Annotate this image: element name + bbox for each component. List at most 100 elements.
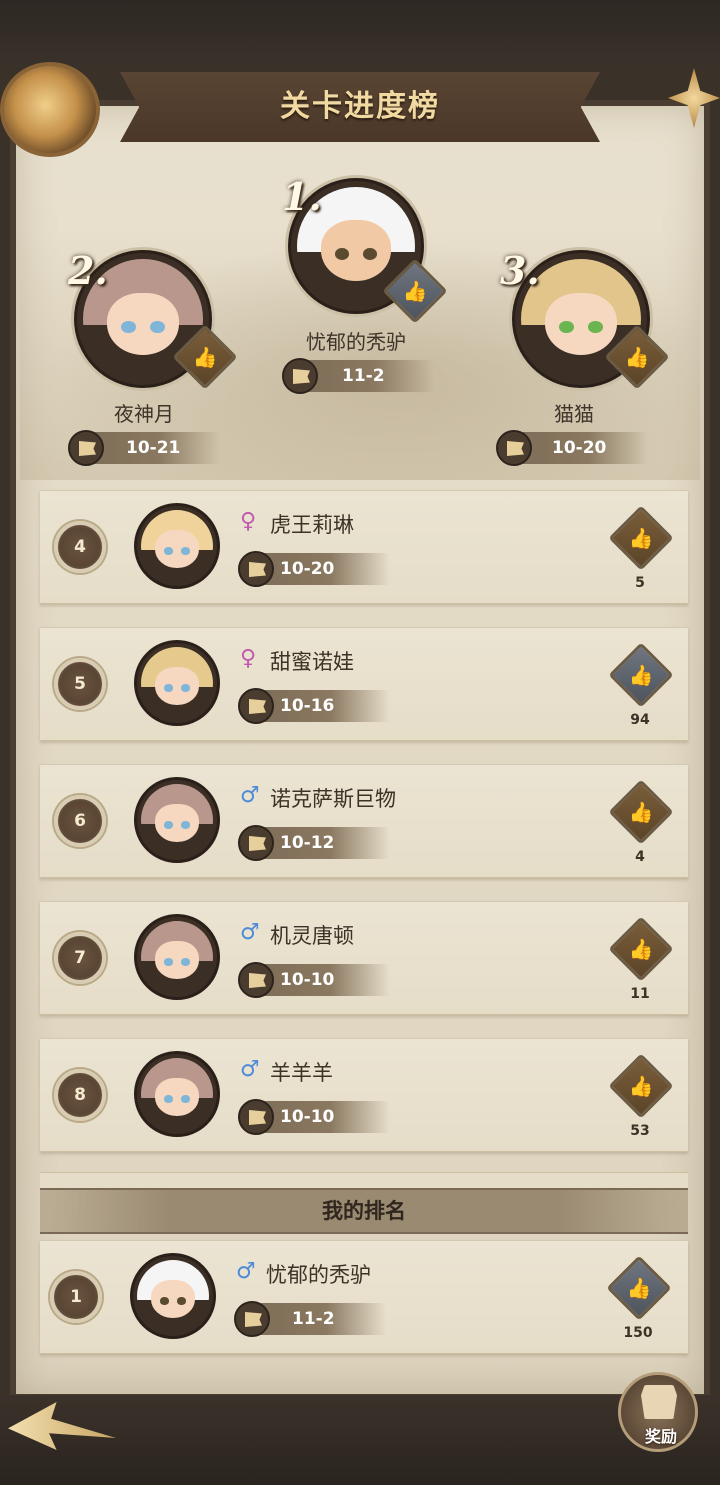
level-badge: 10-20 <box>496 430 648 466</box>
level-badge: 10-10 <box>238 962 390 998</box>
rank-badge: 6 <box>54 795 106 847</box>
avatar-face <box>107 292 179 355</box>
thumbs-up-icon: 👍 <box>628 800 654 824</box>
rank-badge: 4 <box>54 521 106 573</box>
thumbs-up-icon: 👍 <box>192 345 218 369</box>
gender-icon: ♂ <box>236 1259 256 1284</box>
avatar[interactable] <box>130 1253 216 1339</box>
level-text: 10-16 <box>280 696 335 716</box>
gender-icon: ♂ <box>240 920 260 945</box>
level-text: 10-10 <box>280 970 335 990</box>
avatar-face <box>155 667 199 705</box>
rank-badge: 5 <box>54 658 106 710</box>
player-name: 羊羊羊 <box>270 1061 333 1085</box>
level-badge: 10-20 <box>238 551 390 587</box>
like-button[interactable]: 👍 <box>608 1053 674 1119</box>
avatar-eye <box>150 321 165 334</box>
avatar-eye <box>164 684 173 692</box>
avatar-face <box>155 530 199 568</box>
thumbs-up-icon: 👍 <box>628 526 654 550</box>
flag-icon <box>282 358 318 394</box>
page-title: 关卡进度榜 <box>280 89 440 124</box>
gender-icon: ♀ <box>240 646 257 671</box>
avatar-eye <box>164 958 173 966</box>
list-item[interactable]: 5 ♀ 甜蜜诺娃 10-16 👍 94 <box>40 627 688 741</box>
reward-label: 奖励 <box>644 1427 677 1446</box>
thumbs-up-icon: 👍 <box>628 937 654 961</box>
like-count: 150 <box>623 1325 653 1341</box>
podium-first-name: 忧郁的秃驴 <box>306 330 406 354</box>
podium-third[interactable]: 3. 👍 <box>500 248 670 400</box>
like-button[interactable]: 👍 <box>608 642 674 708</box>
level-badge: 10-10 <box>238 1099 390 1135</box>
flag-icon <box>234 1301 270 1337</box>
reward-button[interactable]: 奖励 <box>618 1372 698 1452</box>
like-count: 94 <box>630 712 650 728</box>
thumbs-up-icon: 👍 <box>626 1276 652 1300</box>
avatar[interactable] <box>134 1051 220 1137</box>
thumbs-up-icon: 👍 <box>628 1074 654 1098</box>
avatar[interactable] <box>134 640 220 726</box>
my-rank-header: 我的排名 <box>40 1188 688 1234</box>
level-badge: 10-16 <box>238 688 390 724</box>
list-item-partial <box>40 1172 688 1188</box>
my-rank-row[interactable]: 1 ♂ 忧郁的秃驴 11-2 👍 150 <box>40 1240 688 1354</box>
level-text: 11-2 <box>292 1309 335 1329</box>
rank-number: 1. <box>282 174 322 219</box>
list-item[interactable]: 7 ♂ 机灵唐顿 10-10 👍 11 <box>40 901 688 1015</box>
level-text: 10-20 <box>552 438 607 458</box>
like-button[interactable]: 👍 <box>608 505 674 571</box>
avatar-eye <box>334 248 349 261</box>
level-text: 11-2 <box>342 366 385 386</box>
list-item[interactable]: 8 ♂ 羊羊羊 10-10 👍 53 <box>40 1038 688 1152</box>
thumbs-up-icon: 👍 <box>402 279 428 303</box>
avatar-eye <box>177 1297 186 1305</box>
thumbs-up-icon: 👍 <box>624 345 650 369</box>
level-badge: 11-2 <box>282 358 434 394</box>
avatar-eye <box>588 321 603 334</box>
top-bar <box>0 0 720 70</box>
thumbs-up-icon: 👍 <box>628 663 654 687</box>
avatar-eye <box>164 1095 173 1103</box>
avatar-eye <box>164 547 173 555</box>
flag-icon <box>68 430 104 466</box>
avatar-eye <box>181 684 190 692</box>
list-item[interactable]: 4 ♀ 虎王莉琳 10-20 👍 5 <box>40 490 688 604</box>
avatar-eye <box>181 821 190 829</box>
avatar-eye <box>181 958 190 966</box>
medal-icon <box>0 62 100 157</box>
avatar-face <box>155 1078 199 1116</box>
player-name: 机灵唐顿 <box>270 924 354 948</box>
level-text: 10-21 <box>126 438 181 458</box>
like-button[interactable]: 👍 <box>608 779 674 845</box>
like-count: 4 <box>635 849 645 865</box>
gender-icon: ♂ <box>240 1057 260 1082</box>
rank-badge: 7 <box>54 932 106 984</box>
gender-icon: ♂ <box>240 783 260 808</box>
flag-icon <box>238 825 274 861</box>
flag-icon <box>238 688 274 724</box>
level-text: 10-12 <box>280 833 335 853</box>
level-text: 10-20 <box>280 559 335 579</box>
podium-second[interactable]: 2. 👍 <box>68 248 238 400</box>
like-button[interactable]: 👍 <box>606 1255 672 1321</box>
avatar-eye <box>181 1095 190 1103</box>
flag-icon <box>238 962 274 998</box>
avatar[interactable] <box>134 777 220 863</box>
podium-second-name: 夜神月 <box>114 402 174 426</box>
level-badge: 10-21 <box>68 430 220 466</box>
player-name: 甜蜜诺娃 <box>270 650 354 674</box>
podium-third-name: 猫猫 <box>554 402 594 426</box>
rank-badge: 1 <box>50 1271 102 1323</box>
avatar[interactable] <box>134 914 220 1000</box>
bottom-bar <box>0 1395 720 1485</box>
level-text: 10-10 <box>280 1107 335 1127</box>
avatar-face <box>545 292 617 355</box>
avatar[interactable] <box>134 503 220 589</box>
avatar-eye <box>160 1297 169 1305</box>
avatar-face <box>155 941 199 979</box>
like-button[interactable]: 👍 <box>608 916 674 982</box>
player-name: 诺克萨斯巨物 <box>270 787 396 811</box>
list-item[interactable]: 6 ♂ 诺克萨斯巨物 10-12 👍 4 <box>40 764 688 878</box>
rank-number: 3. <box>500 248 540 293</box>
